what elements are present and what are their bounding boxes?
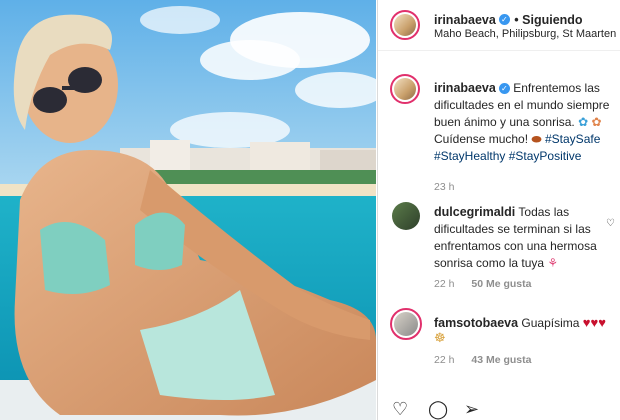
comment-likes[interactable]: 50 Me gusta	[471, 278, 531, 290]
like-comment-heart-icon[interactable]: ♡	[606, 218, 615, 229]
author-username[interactable]: irinabaeva	[434, 13, 496, 27]
header-user-line: irinabaeva ✓ • Siguiendo	[434, 11, 583, 29]
caption-avatar[interactable]	[390, 74, 420, 104]
pray-emoji-icon: ☸	[434, 330, 446, 345]
emoji-icon: ✿	[591, 115, 602, 129]
heart-icon[interactable]: ♡	[392, 400, 408, 418]
paper-plane-icon[interactable]: ➢	[464, 400, 479, 418]
comment-time: 22 h	[434, 278, 455, 290]
comment-meta: 22 h 50 Me gusta	[434, 278, 531, 290]
commenter-avatar[interactable]	[392, 202, 420, 230]
comment-body: Guapísima	[518, 316, 580, 330]
hashtag-links[interactable]: #StayHealthy #StayPositive	[434, 148, 620, 165]
caption-line-2: dificultades en el mundo siempre	[434, 98, 610, 112]
author-avatar[interactable]	[390, 10, 420, 40]
caption-line-1: Enfrentemos las	[513, 81, 600, 95]
comment-text: famsotobaeva Guapísima ♥♥♥	[434, 314, 620, 332]
post-photo[interactable]	[0, 0, 376, 420]
caption-text: irinabaeva ✓ Enfrentemos las dificultades…	[434, 80, 620, 196]
tulip-emoji-icon: ⚘	[547, 256, 559, 270]
comment-icon[interactable]: ◯	[428, 400, 448, 418]
comment-time: 22 h	[434, 354, 455, 366]
verified-badge-icon: ✓	[498, 83, 510, 95]
hashtag-link[interactable]: #StaySafe	[545, 132, 600, 146]
post-location[interactable]: Maho Beach, Philipsburg, St Maarten	[434, 28, 616, 40]
comment-text: dulcegrimaldi Todas las dificultades se …	[434, 204, 609, 272]
caption-line-4: Cuídense mucho!	[434, 132, 529, 146]
emoji-icon: ✿	[578, 115, 589, 129]
football-emoji-icon: ⬬	[531, 132, 542, 146]
commenter-avatar[interactable]	[390, 308, 422, 340]
comment-likes[interactable]: 43 Me gusta	[471, 354, 531, 366]
caption-line-3: buen ánimo y una sonrisa.	[434, 115, 575, 129]
commenter-username[interactable]: famsotobaeva	[434, 316, 518, 330]
beach-photo-illustration	[0, 0, 376, 420]
heart-emoji-icon: ♥♥♥	[582, 315, 606, 330]
post-side-panel: irinabaeva ✓ • Siguiendo Maho Beach, Phil…	[377, 0, 620, 420]
action-bar: ♡ ◯ ➢	[378, 398, 620, 420]
comment-meta: 22 h 43 Me gusta	[434, 354, 531, 366]
post-header: irinabaeva ✓ • Siguiendo Maho Beach, Phil…	[378, 0, 620, 51]
verified-badge-icon: ✓	[498, 14, 510, 26]
follow-status[interactable]: • Siguiendo	[514, 13, 582, 27]
caption-username[interactable]: irinabaeva	[434, 81, 496, 95]
commenter-username[interactable]: dulcegrimaldi	[434, 205, 515, 219]
caption-time[interactable]: 23 h	[434, 179, 620, 196]
instagram-post: irinabaeva ✓ • Siguiendo Maho Beach, Phil…	[0, 0, 620, 420]
